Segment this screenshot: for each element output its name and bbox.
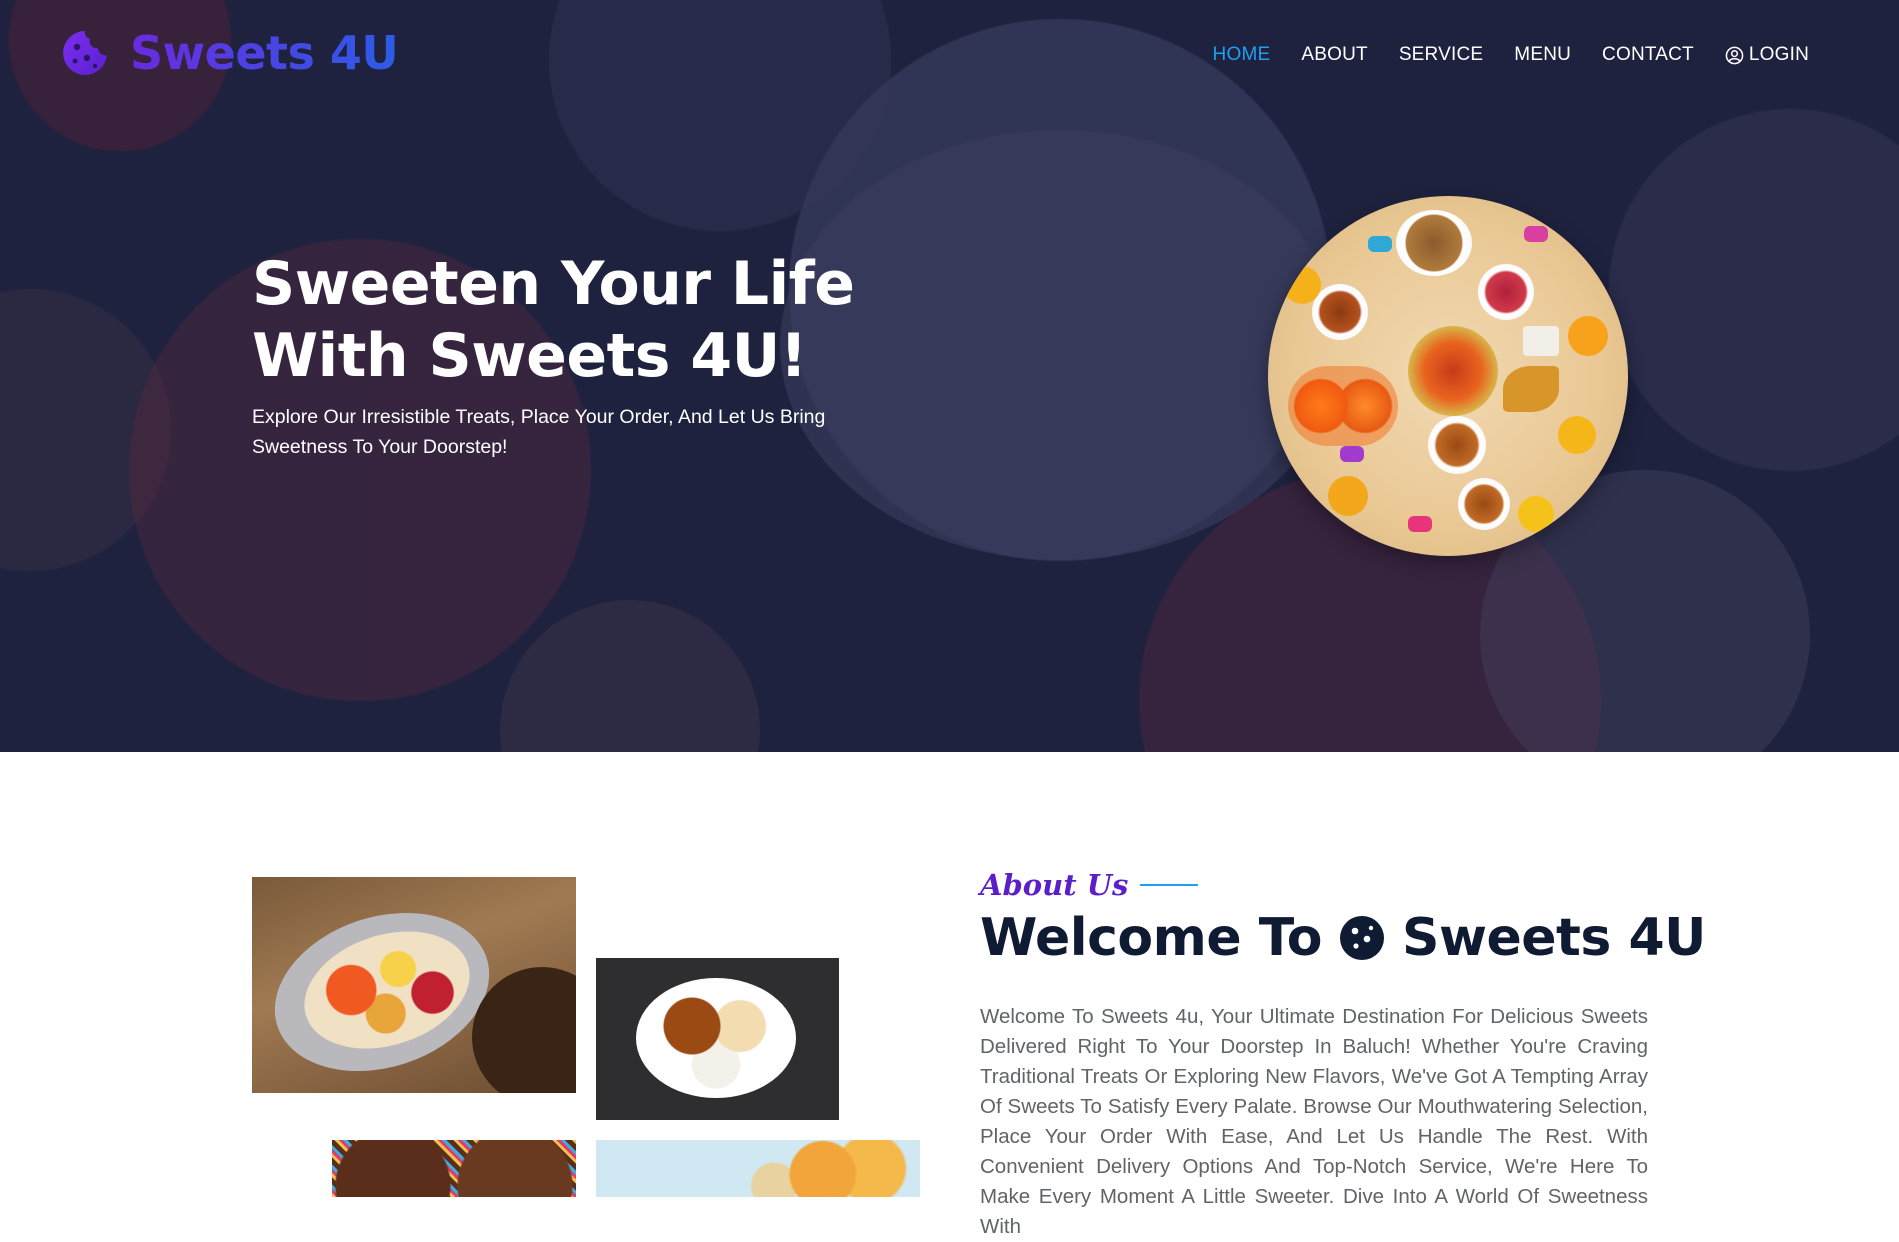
platter-bowl xyxy=(1478,264,1534,320)
nav-about[interactable]: ABOUT xyxy=(1301,44,1367,66)
nav-menu[interactable]: MENU xyxy=(1514,44,1571,66)
platter-candy xyxy=(1408,516,1432,532)
hero-title: Sweeten Your Life With Sweets 4U! xyxy=(252,249,855,391)
nav-contact[interactable]: CONTACT xyxy=(1602,44,1694,66)
user-circle-icon xyxy=(1725,46,1744,64)
platter-marigold xyxy=(1283,266,1321,304)
about-photo-sweets-tray xyxy=(252,877,576,1093)
platter-bowl xyxy=(1428,416,1486,474)
about-heading: Welcome To Sweets 4U xyxy=(980,908,1706,968)
hero-subtitle: Explore Our Irresistible Treats, Place Y… xyxy=(252,406,826,458)
cookie-icon xyxy=(63,31,107,75)
platter-barfi xyxy=(1523,326,1559,356)
main-nav: HOME ABOUT SERVICE MENU CONTACT LOGIN xyxy=(1213,44,1809,66)
platter-marigold xyxy=(1558,416,1596,454)
platter-marigold xyxy=(1518,496,1554,532)
hero-section: Sweets 4U HOME ABOUT SERVICE MENU CONTAC… xyxy=(0,0,1899,752)
platter-samosa xyxy=(1503,366,1559,412)
cookie-icon xyxy=(1340,916,1384,960)
about-photo-donuts xyxy=(332,1140,576,1197)
nav-home[interactable]: HOME xyxy=(1213,44,1271,66)
platter-marigold xyxy=(1568,316,1608,356)
about-photo-gulab-plate xyxy=(596,958,839,1120)
platter-bowl xyxy=(1458,478,1510,530)
nav-service[interactable]: SERVICE xyxy=(1399,44,1483,66)
about-photo-laddoo xyxy=(596,1140,920,1197)
platter-candy xyxy=(1368,236,1392,252)
about-label: About Us xyxy=(980,868,1199,902)
nav-login-label: LOGIN xyxy=(1748,44,1809,65)
about-body-text: Welcome To Sweets 4u, Your Ultimate Dest… xyxy=(980,1005,1648,1238)
brand-logo[interactable]: Sweets 4U xyxy=(60,26,399,80)
sweets-platter-image xyxy=(1268,196,1628,556)
platter-marigold xyxy=(1328,476,1368,516)
platter-candy xyxy=(1340,446,1364,462)
about-heading-brand: Sweets 4U xyxy=(1402,908,1706,968)
about-label-text: About Us xyxy=(980,868,1129,902)
nav-login[interactable]: LOGIN xyxy=(1725,44,1809,66)
brand-name: Sweets 4U xyxy=(130,26,399,80)
platter-bowl xyxy=(1312,284,1368,340)
about-heading-prefix: Welcome To xyxy=(980,908,1323,968)
about-label-line xyxy=(1140,884,1199,886)
platter-candy xyxy=(1524,226,1548,242)
platter-bowl xyxy=(1396,210,1472,276)
platter-jalebi xyxy=(1288,366,1398,446)
platter-center-lamp xyxy=(1408,326,1498,416)
